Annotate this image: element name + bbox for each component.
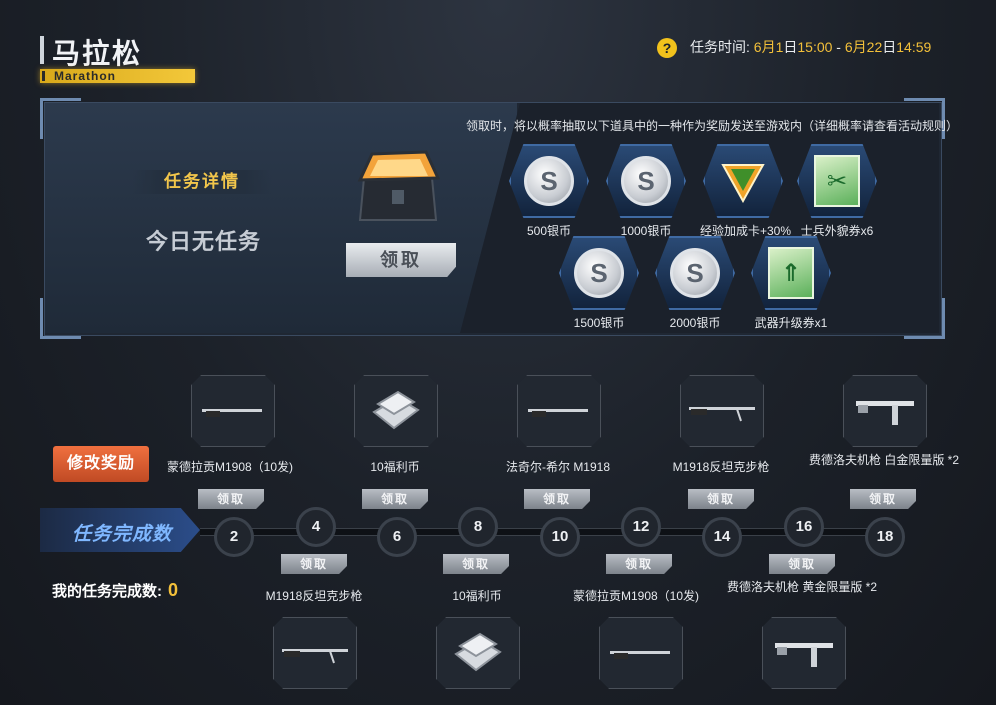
reward-item: ⇑ 武器升级券x1	[748, 236, 834, 331]
milestone-reward-2[interactable]	[191, 375, 275, 447]
milestone-reward-label: 费德洛夫机枪 白金限量版 *2	[808, 453, 959, 467]
rifle-icon	[610, 651, 670, 659]
subtitle-mark	[42, 71, 45, 81]
weapon-upgrade-icon: ⇑	[768, 247, 814, 299]
my-task-count-label: 我的任务完成数:	[52, 583, 162, 600]
reward-item: S 500银币	[506, 144, 592, 239]
silver-coin-icon: S	[524, 156, 574, 206]
reward-item: S 1000银币	[603, 144, 689, 239]
milestone-reward-4[interactable]	[273, 617, 357, 689]
task-count-title: 任务完成数	[72, 524, 173, 545]
milestone-node: 10	[540, 517, 580, 557]
no-task-text: 今日无任务	[146, 229, 262, 254]
edit-reward-button[interactable]: 修改奖励	[53, 446, 149, 482]
antitank-rifle-icon	[689, 407, 755, 422]
reward-item: S 1500银币	[556, 236, 642, 331]
my-task-count-value: 0	[168, 580, 179, 600]
claim-milestone-12-button[interactable]: 领取	[606, 554, 672, 574]
milestone-reward-14[interactable]	[680, 375, 764, 447]
milestone-node: 16	[784, 507, 824, 547]
milestone-reward-label: 蒙德拉贡M1908（10发)	[166, 460, 294, 474]
milestone-reward-16[interactable]	[762, 617, 846, 689]
end-time: 14:59	[896, 39, 932, 55]
reward-label: 2000银币	[669, 316, 721, 330]
page-subtitle: Marathon	[54, 69, 116, 83]
milestone-node: 8	[458, 507, 498, 547]
milestone-node: 2	[214, 517, 254, 557]
milestone-node: 18	[865, 517, 905, 557]
silver-coin-icon: S	[670, 248, 720, 298]
machine-gun-icon	[856, 401, 914, 425]
time-label: 任务时间:	[690, 39, 750, 55]
end-day: 22	[866, 39, 883, 55]
claim-milestone-4-button[interactable]: 领取	[281, 554, 347, 574]
milestone-reward-8[interactable]	[436, 617, 520, 689]
milestone-reward-18[interactable]	[843, 375, 927, 447]
claim-milestone-14-button[interactable]: 领取	[688, 489, 754, 509]
machine-gun-icon	[775, 643, 833, 667]
claim-chest-button[interactable]: 领取	[346, 243, 456, 277]
rifle-icon	[202, 409, 262, 417]
reward-label: 武器升级券x1	[754, 316, 828, 330]
reward-item: ✂ 士兵外貌券x6	[794, 144, 880, 239]
milestone-node: 14	[702, 517, 742, 557]
milestone-reward-12[interactable]	[599, 617, 683, 689]
claim-milestone-8-button[interactable]: 领取	[443, 554, 509, 574]
welfare-coin-icon	[454, 632, 502, 672]
claim-milestone-18-button[interactable]: 领取	[850, 489, 916, 509]
end-day-unit: 日	[882, 39, 897, 55]
my-task-count: 我的任务完成数: 0	[52, 580, 178, 601]
claim-milestone-16-button[interactable]: 领取	[769, 554, 835, 574]
reward-notice: 领取时，将以概率抽取以下道具中的一种作为奖励发送至游戏内（详细概率请查看活动规则…	[466, 119, 959, 133]
milestone-reward-label: M1918反坦克步枪	[672, 460, 770, 474]
milestone-node: 12	[621, 507, 661, 547]
rifle-icon	[528, 409, 588, 417]
help-icon[interactable]: ?	[657, 38, 677, 58]
claim-milestone-10-button[interactable]: 领取	[524, 489, 590, 509]
start-month: 6月	[753, 39, 776, 55]
claim-milestone-2-button[interactable]: 领取	[198, 489, 264, 509]
panel-corner	[904, 298, 945, 339]
panel-corner	[40, 298, 81, 339]
task-detail-left	[45, 103, 517, 333]
milestone-reward-6[interactable]	[354, 375, 438, 447]
treasure-chest-icon	[357, 150, 440, 221]
claim-milestone-6-button[interactable]: 领取	[362, 489, 428, 509]
page-title: 马拉松	[52, 38, 143, 69]
antitank-rifle-icon	[282, 649, 348, 664]
title-accent-bar	[40, 36, 44, 64]
silver-coin-icon: S	[621, 156, 671, 206]
start-time: 15:00	[797, 39, 833, 55]
xp-card-icon	[721, 164, 765, 203]
reward-item: 经验加成卡+30%	[700, 144, 791, 239]
panel-corner	[40, 98, 81, 139]
silver-coin-icon: S	[574, 248, 624, 298]
welfare-coin-icon	[372, 390, 420, 430]
event-time: 任务时间: 6月1日15:00 - 6月22日14:59	[690, 37, 931, 57]
milestone-reward-label: 费德洛夫机枪 黄金限量版 *2	[726, 580, 877, 594]
start-day-unit: 日	[783, 39, 798, 55]
milestone-reward-label: M1918反坦克步枪	[265, 589, 363, 603]
milestone-reward-10[interactable]	[517, 375, 601, 447]
milestone-node: 6	[377, 517, 417, 557]
milestone-reward-label: 法奇尔-希尔 M1918	[505, 460, 611, 474]
milestone-reward-label: 蒙德拉贡M1908（10发)	[572, 589, 700, 603]
time-separator: -	[832, 39, 845, 55]
milestone-reward-label: 10福利币	[370, 460, 420, 474]
reward-label: 1500银币	[573, 316, 625, 330]
task-detail-title: 任务详情	[132, 170, 272, 194]
end-month: 6月	[844, 39, 867, 55]
reward-item: S 2000银币	[652, 236, 738, 331]
milestone-node: 4	[296, 507, 336, 547]
soldier-voucher-icon: ✂	[814, 155, 860, 207]
milestone-reward-label: 10福利币	[452, 589, 502, 603]
